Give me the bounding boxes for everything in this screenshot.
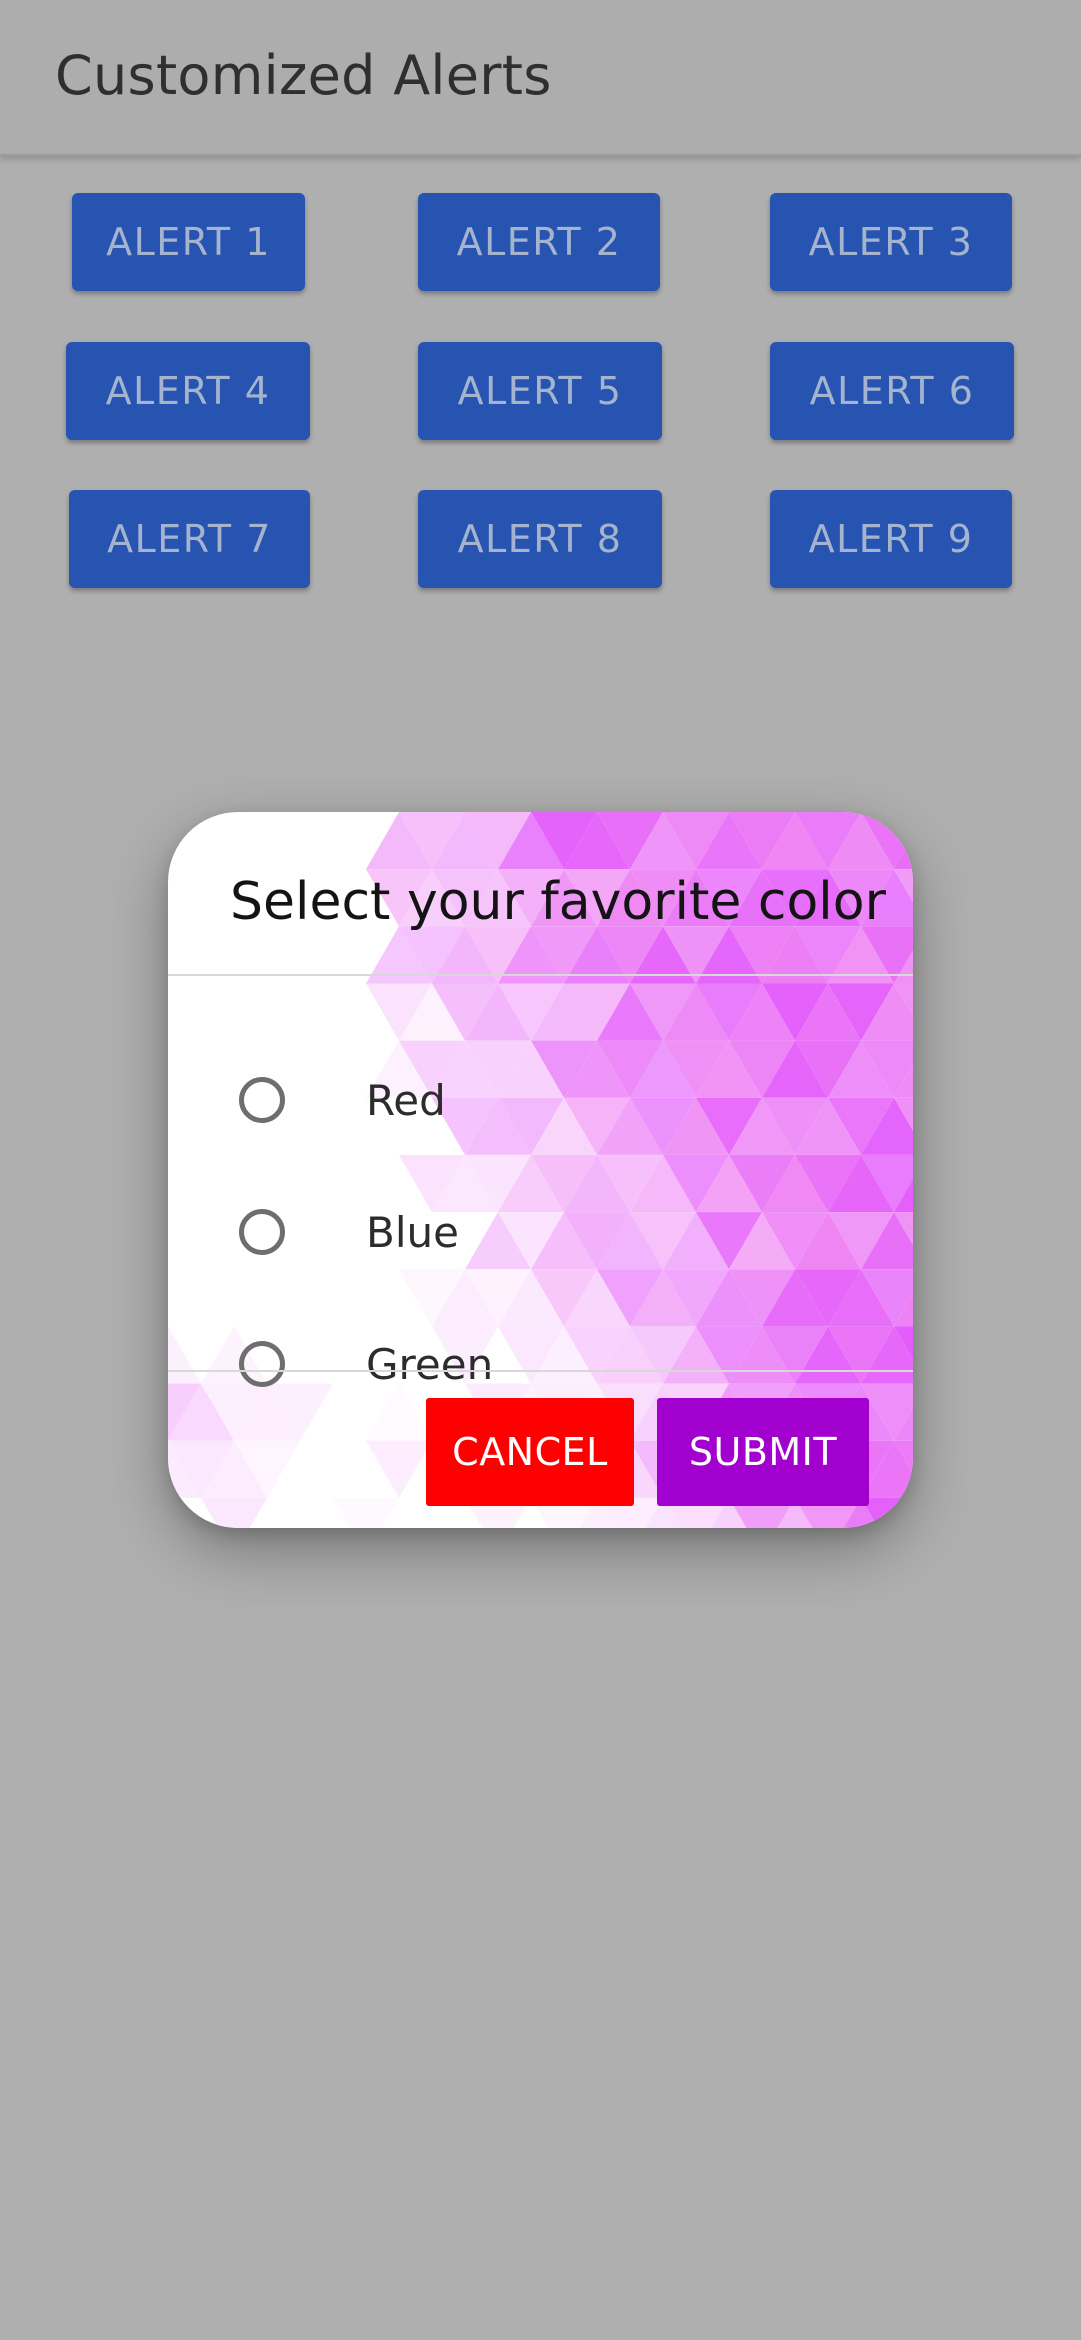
color-select-dialog: Select your favorite color Red Blue Gree…	[168, 812, 913, 1528]
app-bar: Customized Alerts	[0, 0, 1081, 156]
alert-7-button[interactable]: ALERT 7	[69, 490, 310, 588]
radio-option-label: Green	[366, 1339, 494, 1389]
radio-option-label: Red	[366, 1075, 446, 1125]
alert-2-button[interactable]: ALERT 2	[418, 193, 660, 291]
pattern-triangle-295	[201, 1497, 267, 1528]
cancel-button[interactable]: CANCEL	[426, 1398, 634, 1506]
radio-option-red[interactable]: Red	[168, 1045, 913, 1155]
radio-option-label: Blue	[366, 1207, 459, 1257]
dialog-options-divider	[168, 1370, 913, 1372]
alert-3-button[interactable]: ALERT 3	[770, 193, 1012, 291]
dialog-title-divider	[168, 974, 913, 976]
alert-5-button[interactable]: ALERT 5	[418, 342, 662, 440]
radio-option-blue[interactable]: Blue	[168, 1177, 913, 1287]
radio-button-icon[interactable]	[239, 1209, 285, 1255]
alert-1-button[interactable]: ALERT 1	[72, 193, 305, 291]
app-title: Customized Alerts	[55, 44, 552, 107]
alert-9-button[interactable]: ALERT 9	[770, 490, 1012, 588]
submit-button[interactable]: SUBMIT	[657, 1398, 869, 1506]
radio-button-icon[interactable]	[239, 1077, 285, 1123]
alert-6-button[interactable]: ALERT 6	[770, 342, 1014, 440]
pattern-triangle-296	[333, 1497, 399, 1528]
alert-8-button[interactable]: ALERT 8	[418, 490, 662, 588]
pattern-triangle-275	[366, 1440, 432, 1498]
radio-button-icon[interactable]	[239, 1341, 285, 1387]
dialog-title: Select your favorite color	[230, 872, 886, 932]
alert-4-button[interactable]: ALERT 4	[66, 342, 310, 440]
